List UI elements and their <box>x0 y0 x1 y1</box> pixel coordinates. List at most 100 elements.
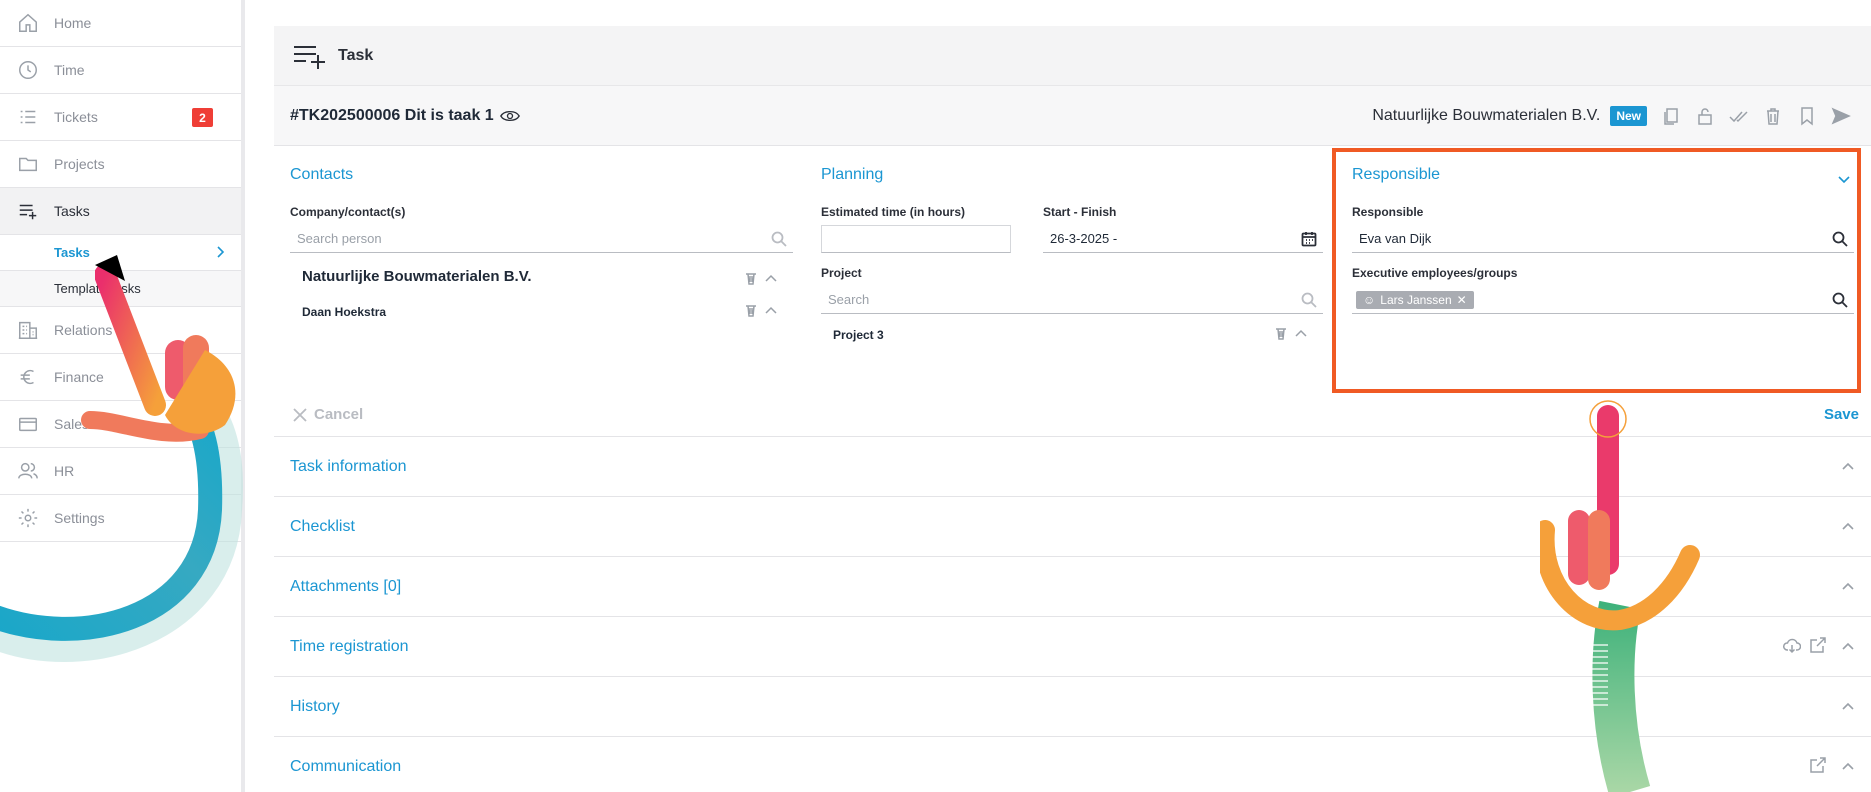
chevron-up-icon[interactable] <box>764 271 778 285</box>
responsible-value: Eva van Dijk <box>1359 231 1432 246</box>
responsible-section-title: Responsible <box>1352 166 1441 183</box>
sidebar-item-label: Tasks <box>54 203 90 219</box>
section-label: Task information <box>290 457 407 475</box>
euro-icon <box>17 366 39 388</box>
users-icon <box>17 460 39 482</box>
trash-icon[interactable] <box>1274 326 1288 340</box>
estimated-time-input[interactable] <box>821 225 1011 253</box>
external-link-icon[interactable] <box>1809 756 1827 774</box>
sidebar-item-hr[interactable]: HR <box>0 448 241 495</box>
folder-icon <box>17 153 39 175</box>
form-actions: Cancel Save <box>274 396 1871 436</box>
building-icon <box>17 319 39 341</box>
task-subtitle-bar: #TK202500006 Dit is taak 1 Natuurlijke B… <box>274 86 1871 146</box>
copy-icon[interactable] <box>1661 106 1681 126</box>
unlock-icon[interactable] <box>1695 106 1715 126</box>
sidebar-item-label: Home <box>54 15 92 31</box>
eye-icon[interactable] <box>499 108 520 124</box>
remove-chip-icon[interactable]: ✕ <box>1457 293 1467 307</box>
send-icon[interactable] <box>1831 106 1851 126</box>
contact-person-name: Daan Hoekstra <box>302 305 387 319</box>
search-icon[interactable] <box>1832 292 1848 308</box>
project-tools <box>1274 326 1308 340</box>
chevron-up-icon[interactable] <box>1841 519 1855 533</box>
user-icon: ☺ <box>1363 292 1376 307</box>
section-communication[interactable]: Communication <box>274 736 1871 792</box>
sidebar-item-time[interactable]: Time <box>0 47 241 94</box>
executive-employees-input[interactable]: ☺ Lars Janssen ✕ <box>1352 286 1854 314</box>
trash-icon[interactable] <box>744 271 758 285</box>
cancel-label: Cancel <box>314 406 364 423</box>
sidebar-item-sales[interactable]: Sales <box>0 401 241 448</box>
external-link-icon[interactable] <box>1809 636 1827 654</box>
gear-icon <box>17 507 39 529</box>
sidebar: Home Time Tickets 2 Projects Tasks Tasks… <box>0 0 245 792</box>
chevron-up-icon[interactable] <box>1841 579 1855 593</box>
company-contacts-label: Company/contact(s) <box>290 205 406 219</box>
sidebar-item-label: Finance <box>54 369 104 385</box>
chevron-up-icon[interactable] <box>1294 326 1308 340</box>
task-list-plus-icon <box>294 45 325 69</box>
sidebar-item-projects[interactable]: Projects <box>0 141 241 188</box>
responsible-input[interactable]: Eva van Dijk <box>1352 225 1854 253</box>
communication-tools <box>1809 756 1827 774</box>
main-content: Task #TK202500006 Dit is taak 1 Natuurli… <box>274 26 1871 792</box>
search-icon[interactable] <box>1832 231 1848 247</box>
chevron-up-icon[interactable] <box>764 303 778 317</box>
search-icon <box>1301 292 1317 308</box>
responsible-label: Responsible <box>1352 205 1424 219</box>
bookmark-icon[interactable] <box>1797 106 1817 126</box>
section-time-registration[interactable]: Time registration <box>274 616 1871 676</box>
project-search-input[interactable]: Search <box>821 286 1323 314</box>
section-label: Communication <box>290 757 402 775</box>
chevron-down-icon[interactable] <box>1837 172 1851 186</box>
sidebar-item-label: Relations <box>54 322 113 338</box>
sidebar-item-settings[interactable]: Settings <box>0 495 241 542</box>
sidebar-item-tickets[interactable]: Tickets 2 <box>0 94 241 141</box>
status-badge: New <box>1610 106 1647 126</box>
section-task-information[interactable]: Task information <box>274 436 1871 496</box>
tickets-count-badge: 2 <box>192 108 213 127</box>
contact-company-name: Natuurlijke Bouwmaterialen B.V. <box>302 268 532 285</box>
cancel-button[interactable]: Cancel <box>292 406 363 423</box>
trash-icon[interactable] <box>744 303 758 317</box>
section-label: History <box>290 697 340 715</box>
sidebar-subitem-label: Template tasks <box>54 281 141 296</box>
chevron-right-icon <box>217 246 225 258</box>
task-header: Task <box>274 26 1871 86</box>
chevron-up-icon[interactable] <box>1841 759 1855 773</box>
close-icon <box>293 407 307 422</box>
task-form-columns: Contacts Company/contact(s) Search perso… <box>274 146 1871 396</box>
card-icon <box>17 413 39 435</box>
chevron-up-icon[interactable] <box>1841 459 1855 473</box>
contact-person-tools <box>744 303 778 317</box>
project-search-placeholder: Search <box>828 292 870 307</box>
section-checklist[interactable]: Checklist <box>274 496 1871 556</box>
sidebar-item-label: Sales <box>54 416 90 432</box>
chevron-up-icon[interactable] <box>1841 639 1855 653</box>
sidebar-item-relations[interactable]: Relations <box>0 307 241 354</box>
calendar-icon[interactable] <box>1301 231 1317 247</box>
sidebar-item-label: Projects <box>54 156 105 172</box>
list-icon <box>17 106 39 128</box>
sidebar-item-finance[interactable]: Finance <box>0 354 241 401</box>
sidebar-subitem-template-tasks[interactable]: Template tasks <box>0 271 241 307</box>
search-person-input[interactable]: Search person <box>290 225 793 253</box>
section-attachments[interactable]: Attachments [0] <box>274 556 1871 616</box>
sidebar-subitem-tasks[interactable]: Tasks <box>0 235 241 271</box>
cloud-download-icon[interactable] <box>1783 636 1801 654</box>
sidebar-item-home[interactable]: Home <box>0 0 241 47</box>
start-finish-input[interactable]: 26-3-2025 - <box>1043 225 1323 253</box>
chevron-up-icon[interactable] <box>1841 699 1855 713</box>
task-company: Natuurlijke Bouwmaterialen B.V. <box>1372 107 1601 124</box>
sidebar-item-tasks[interactable]: Tasks <box>0 188 241 235</box>
double-check-icon[interactable] <box>1729 106 1749 126</box>
sidebar-item-label: Time <box>54 62 85 78</box>
sidebar-item-label: HR <box>54 463 75 479</box>
section-history[interactable]: History <box>274 676 1871 736</box>
time-registration-tools <box>1783 636 1827 654</box>
task-toolbar: Natuurlijke Bouwmaterialen B.V. New <box>1372 86 1851 146</box>
save-button[interactable]: Save <box>1824 406 1859 423</box>
trash-icon[interactable] <box>1763 106 1783 126</box>
employee-chip-label: Lars Janssen <box>1380 292 1452 307</box>
